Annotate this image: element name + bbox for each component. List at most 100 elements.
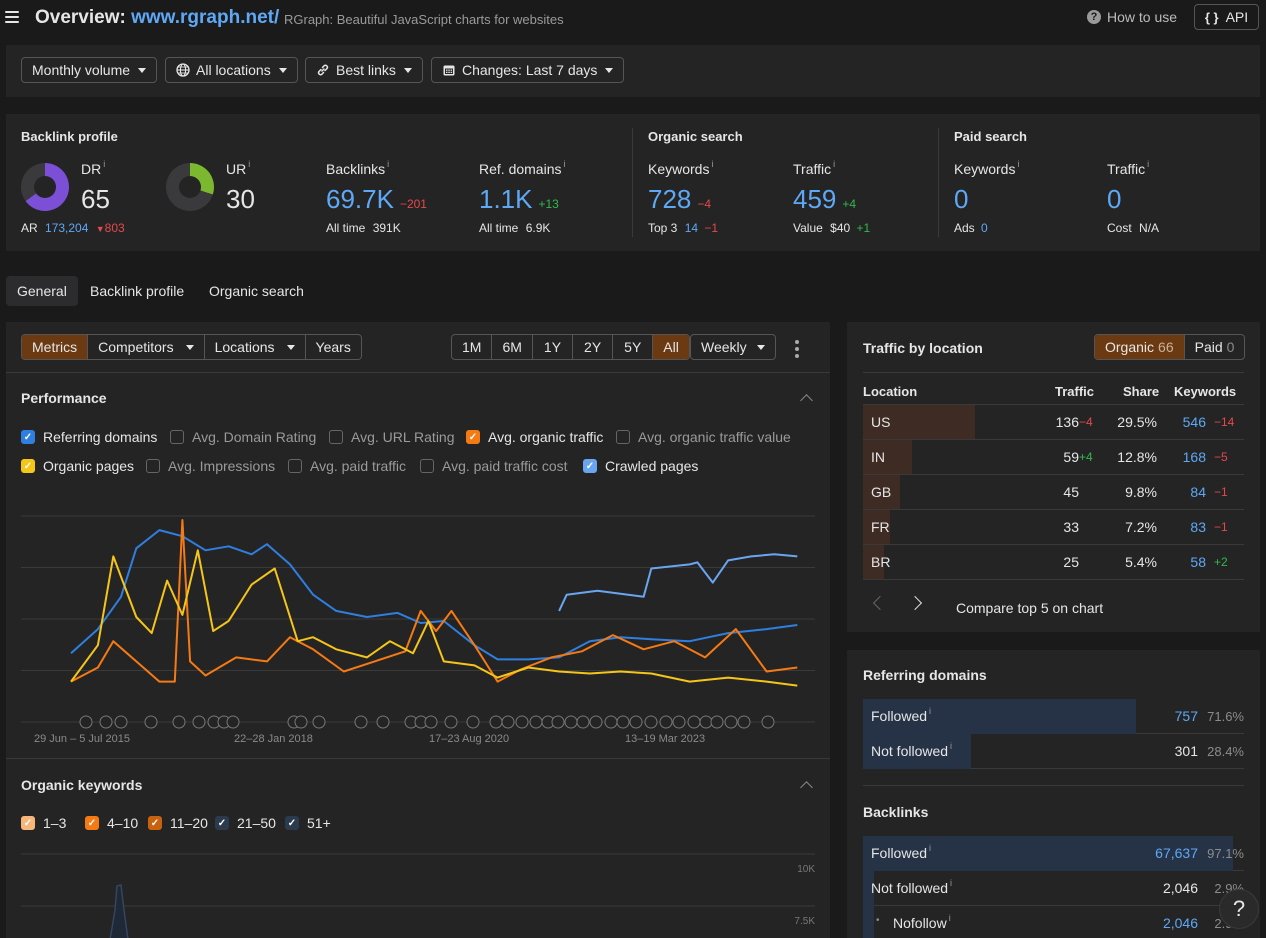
backlinks-label[interactable]: Backlinks i bbox=[326, 159, 389, 177]
google-update-marker[interactable] bbox=[515, 715, 529, 729]
ur-label[interactable]: UR i bbox=[226, 159, 250, 177]
series-line-avg-organic-traffic[interactable] bbox=[70, 519, 798, 683]
checkbox-checked-icon[interactable]: ✓ bbox=[583, 459, 597, 473]
metric-checkbox[interactable]: ✓ Crawled pages bbox=[583, 458, 698, 474]
checkbox-checked-icon[interactable]: ✓ bbox=[215, 816, 229, 830]
google-update-marker[interactable] bbox=[192, 715, 206, 729]
breakdown-value[interactable]: 2,046 bbox=[1163, 915, 1198, 931]
more-options-icon[interactable] bbox=[795, 340, 799, 358]
ar-value[interactable]: 173,204 bbox=[45, 221, 88, 235]
top3-value[interactable]: 14 bbox=[685, 221, 698, 235]
changes-dropdown[interactable]: Changes: Last 7 days bbox=[431, 57, 625, 83]
google-update-marker[interactable] bbox=[659, 715, 673, 729]
google-update-marker[interactable] bbox=[529, 715, 543, 729]
google-update-marker[interactable] bbox=[672, 715, 686, 729]
keywords-value[interactable]: 83 bbox=[1190, 519, 1206, 535]
google-update-marker[interactable] bbox=[616, 715, 630, 729]
breakdown-row[interactable]: Followed i 67,637 97.1% bbox=[863, 836, 1244, 871]
keyword-area-series[interactable] bbox=[109, 884, 129, 938]
next-page-icon[interactable] bbox=[907, 595, 923, 611]
google-update-marker[interactable] bbox=[466, 715, 480, 729]
checkbox-empty-icon[interactable] bbox=[420, 459, 434, 473]
google-update-marker[interactable] bbox=[99, 715, 113, 729]
google-update-marker[interactable] bbox=[564, 715, 578, 729]
checkbox-checked-icon[interactable]: ✓ bbox=[148, 816, 162, 830]
locations-dropdown[interactable]: All locations bbox=[165, 57, 298, 83]
location-row[interactable]: IN 59 +4 12.8% 168 −5 bbox=[863, 440, 1244, 475]
range-2y-button[interactable]: 2Y bbox=[573, 335, 614, 359]
checkbox-checked-icon[interactable]: ✓ bbox=[21, 459, 35, 473]
info-icon[interactable]: i bbox=[950, 741, 952, 751]
backlinks-value[interactable]: 69.7K −201 bbox=[326, 184, 427, 215]
organic-keywords-label[interactable]: Keywords i bbox=[648, 159, 713, 177]
paid-keywords-value[interactable]: 0 bbox=[954, 184, 968, 215]
google-update-marker[interactable] bbox=[489, 715, 503, 729]
col-share[interactable]: Share bbox=[1123, 384, 1159, 399]
dr-label[interactable]: DR i bbox=[81, 159, 105, 177]
mode-years-button[interactable]: Years bbox=[306, 335, 361, 359]
google-update-marker[interactable] bbox=[501, 715, 515, 729]
checkbox-empty-icon[interactable] bbox=[329, 430, 343, 444]
google-update-marker[interactable] bbox=[444, 715, 458, 729]
keyword-filter-checkbox[interactable]: ✓ 51+ bbox=[285, 815, 331, 831]
interval-button[interactable]: Weekly bbox=[691, 335, 775, 359]
menu-icon[interactable] bbox=[5, 11, 19, 23]
range-1m-button[interactable]: 1M bbox=[452, 335, 493, 359]
checkbox-empty-icon[interactable] bbox=[288, 459, 302, 473]
organic-toggle[interactable]: Organic 66 bbox=[1095, 335, 1185, 359]
metric-checkbox[interactable]: Avg. organic traffic value bbox=[616, 429, 791, 445]
range-all-button[interactable]: All bbox=[653, 335, 689, 359]
info-icon[interactable]: i bbox=[103, 159, 105, 169]
google-update-marker[interactable] bbox=[710, 715, 724, 729]
info-icon[interactable]: i bbox=[1147, 159, 1149, 169]
compare-top5-link[interactable]: Compare top 5 on chart bbox=[956, 600, 1103, 616]
info-icon[interactable]: i bbox=[949, 913, 951, 923]
google-update-marker[interactable] bbox=[724, 715, 738, 729]
range-1y-button[interactable]: 1Y bbox=[533, 335, 574, 359]
checkbox-checked-icon[interactable]: ✓ bbox=[85, 816, 99, 830]
ref-domains-value[interactable]: 1.1K +13 bbox=[479, 184, 559, 215]
paid-toggle[interactable]: Paid 0 bbox=[1185, 335, 1245, 359]
google-update-marker[interactable] bbox=[629, 715, 643, 729]
google-update-marker[interactable] bbox=[644, 715, 658, 729]
google-update-marker[interactable] bbox=[79, 715, 93, 729]
keyword-filter-checkbox[interactable]: ✓ 11–20 bbox=[148, 815, 208, 831]
info-icon[interactable]: i bbox=[929, 706, 931, 716]
tab-organic-search[interactable]: Organic search bbox=[198, 276, 315, 306]
google-update-marker[interactable] bbox=[687, 715, 701, 729]
google-update-marker[interactable] bbox=[376, 715, 390, 729]
mode-metrics-button[interactable]: Metrics bbox=[22, 335, 89, 359]
checkbox-checked-icon[interactable]: ✓ bbox=[285, 816, 299, 830]
organic-traffic-label[interactable]: Traffic i bbox=[793, 159, 835, 177]
checkbox-checked-icon[interactable]: ✓ bbox=[466, 430, 480, 444]
series-line-crawled-pages[interactable] bbox=[558, 553, 798, 612]
mode-competitors-button[interactable]: Competitors bbox=[88, 335, 205, 359]
paid-keywords-label[interactable]: Keywords i bbox=[954, 159, 1019, 177]
tab-general[interactable]: General bbox=[6, 276, 78, 306]
interval-dropdown[interactable]: Weekly bbox=[690, 334, 776, 360]
keywords-value[interactable]: 168 bbox=[1183, 449, 1206, 465]
info-icon[interactable]: i bbox=[387, 159, 389, 169]
google-update-marker[interactable] bbox=[144, 715, 158, 729]
ref-domains-label[interactable]: Ref. domains i bbox=[479, 159, 565, 177]
metric-checkbox[interactable]: ✓ Referring domains bbox=[21, 429, 157, 445]
info-icon[interactable]: i bbox=[950, 878, 952, 888]
ads-value[interactable]: 0 bbox=[981, 221, 988, 235]
location-row[interactable]: US 136 −4 29.5% 546 −14 bbox=[863, 405, 1244, 440]
location-row[interactable]: FR 33 7.2% 83 −1 bbox=[863, 510, 1244, 545]
google-update-marker[interactable] bbox=[604, 715, 618, 729]
keywords-value[interactable]: 58 bbox=[1190, 554, 1206, 570]
checkbox-empty-icon[interactable] bbox=[170, 430, 184, 444]
col-keywords[interactable]: Keywords bbox=[1174, 384, 1236, 399]
keywords-value[interactable]: 84 bbox=[1190, 484, 1206, 500]
collapse-chevron-icon[interactable] bbox=[800, 394, 813, 407]
range-5y-button[interactable]: 5Y bbox=[613, 335, 654, 359]
metric-checkbox[interactable]: Avg. Domain Rating bbox=[170, 429, 316, 445]
info-icon[interactable]: i bbox=[711, 159, 713, 169]
collapse-chevron-icon[interactable] bbox=[800, 781, 813, 794]
google-update-marker[interactable] bbox=[576, 715, 590, 729]
api-button[interactable]: { } API bbox=[1194, 4, 1259, 30]
keyword-filter-checkbox[interactable]: ✓ 1–3 bbox=[21, 815, 66, 831]
google-update-marker[interactable] bbox=[354, 715, 368, 729]
breakdown-row[interactable]: Followed i 757 71.6% bbox=[863, 699, 1244, 734]
